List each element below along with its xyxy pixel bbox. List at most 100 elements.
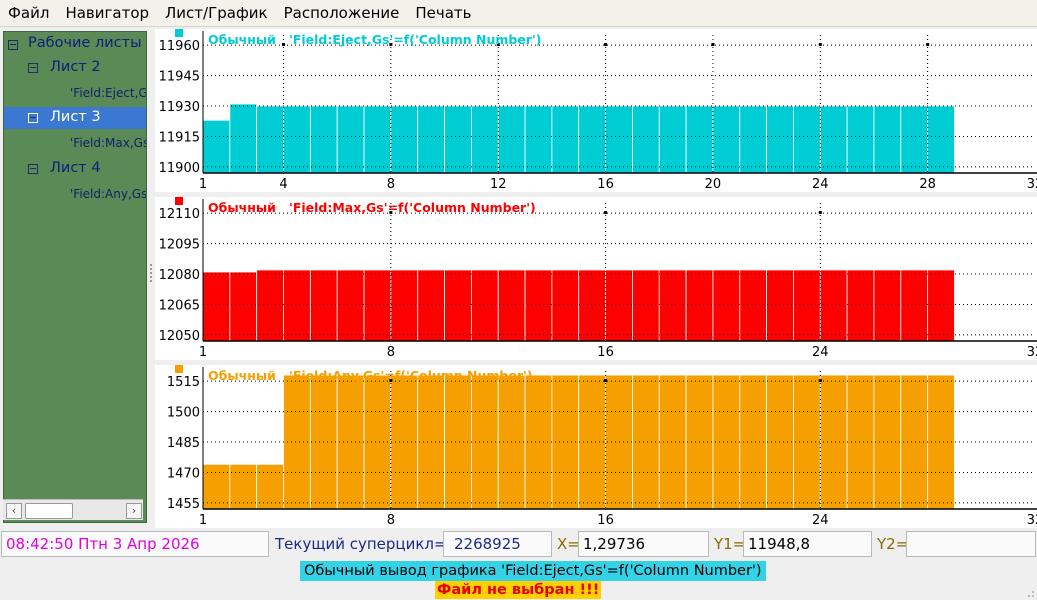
bar — [444, 269, 472, 342]
tree-item-sheet-2-graph[interactable]: 'Field:Eject,Gs'=f('Column Number') — [70, 86, 146, 100]
bar — [739, 269, 768, 342]
grid-marker — [604, 43, 608, 46]
bar — [658, 105, 687, 174]
menu-bar: Файл Навигатор Лист/График Расположение … — [0, 0, 1037, 27]
chart-title: Обычный 'Field:Max,Gs'=f('Column Number'… — [208, 200, 536, 215]
bar — [363, 105, 392, 174]
bar — [900, 269, 929, 342]
legend-color-swatch — [175, 29, 183, 37]
bar — [578, 105, 606, 174]
collapse-sheet-3-icon[interactable] — [28, 113, 38, 123]
bar — [739, 105, 768, 174]
bar — [927, 269, 955, 342]
tree-root-label[interactable]: Рабочие листы — [28, 35, 142, 51]
x-tick-label: 1 — [199, 345, 207, 360]
sidebar-horizontal-scrollbar[interactable]: ‹ › — [3, 499, 143, 520]
y-tick-label: 1485 — [167, 436, 200, 451]
bar — [256, 463, 284, 510]
menu-file[interactable]: Файл — [0, 0, 57, 26]
chart-panel-max[interactable]: 12110 12095 12080 12065 120501 8 16 24 32 Обычный… — [155, 197, 1037, 360]
x-tick-label: 16 — [597, 345, 614, 360]
bar — [202, 271, 231, 342]
x-tick-label: 12 — [490, 177, 507, 192]
splitter-handle[interactable] — [150, 262, 153, 290]
bar — [336, 374, 365, 510]
x-tick-label: 8 — [387, 177, 395, 192]
bar — [470, 269, 499, 342]
bar — [658, 269, 687, 342]
x-tick-label: 24 — [812, 345, 829, 360]
tree-item-sheet-3[interactable]: Лист 3 — [50, 109, 101, 125]
bar — [578, 269, 606, 342]
bar — [900, 105, 929, 174]
bar — [283, 269, 311, 342]
y-tick-label: 12095 — [159, 238, 200, 253]
bar — [309, 105, 338, 174]
bar — [712, 105, 741, 174]
bar — [766, 374, 794, 510]
menu-print[interactable]: Печать — [407, 0, 479, 26]
bar — [390, 269, 419, 342]
x-tick-label: 28 — [919, 177, 936, 192]
chart-max[interactable]: 12110 12095 12080 12065 120501 8 16 24 32 Обычный… — [155, 197, 1037, 360]
bar — [202, 119, 231, 174]
tree-item-sheet-2[interactable]: Лист 2 — [50, 59, 101, 75]
bar — [873, 269, 902, 342]
bar — [309, 269, 338, 342]
x-tick-label: 32 — [1027, 513, 1037, 528]
chart-eject[interactable]: 11960 11945 11930 11915 119001 4 8 12 16 20 24 28 32… — [155, 29, 1037, 192]
legend-color-swatch — [175, 197, 183, 205]
worksheets-tree[interactable]: Рабочие листы Лист 2 'Field:Eject,Gs'=f(… — [3, 31, 147, 523]
chart-title: Обычный 'Field:Any,Gs'=f('Column Number'… — [208, 368, 533, 383]
x-tick-label: 20 — [705, 177, 722, 192]
chart-any[interactable]: 1515 1500 1485 1470 14551 8 16 24 32 Обычный 'Fie… — [155, 365, 1037, 528]
bar — [363, 374, 392, 510]
x-tick-label: 8 — [387, 345, 395, 360]
menu-sheet-graph[interactable]: Лист/График — [157, 0, 276, 26]
menu-navigator[interactable]: Навигатор — [57, 0, 157, 26]
bar — [846, 269, 875, 342]
x-tick-label: 16 — [597, 513, 614, 528]
x-tick-label: 16 — [597, 177, 614, 192]
x-tick-label: 32 — [1027, 345, 1037, 360]
bar — [202, 463, 231, 510]
bar — [551, 269, 580, 342]
status-row: 08:42:50 Птн 3 Апр 2026 Текущий суперцик… — [0, 531, 1037, 559]
y-tick-label: 11945 — [159, 70, 200, 85]
y-tick-label: 12065 — [159, 298, 200, 313]
bar — [819, 105, 848, 174]
resize-grip-icon[interactable] — [1025, 588, 1035, 598]
tree-item-sheet-4-graph[interactable]: 'Field:Any,Gs'=f('Column Number') — [70, 187, 146, 201]
scroll-right-icon[interactable]: › — [126, 503, 142, 519]
bar — [793, 105, 821, 174]
y-tick-label: 12110 — [159, 207, 200, 222]
bar — [444, 105, 472, 174]
tree-item-sheet-4[interactable]: Лист 4 — [50, 160, 101, 176]
menu-layout[interactable]: Расположение — [276, 0, 408, 26]
y-tick-label: 1515 — [167, 375, 200, 390]
y2-label: Y2= — [877, 535, 909, 553]
bar — [283, 105, 311, 174]
bar — [229, 103, 258, 174]
scroll-left-icon[interactable]: ‹ — [6, 503, 22, 519]
x-label: X= — [557, 535, 580, 553]
bar — [497, 269, 526, 342]
x-tick-label: 8 — [387, 513, 395, 528]
bar — [632, 269, 660, 342]
bar — [256, 105, 284, 174]
collapse-sheet-2-icon[interactable] — [28, 63, 38, 73]
tree-item-sheet-3-graph[interactable]: 'Field:Max,Gs'=f('Column Number') — [70, 136, 146, 150]
collapse-sheet-4-icon[interactable] — [28, 164, 38, 174]
file-status-warning: Файл не выбран !!! — [435, 581, 602, 599]
chart-panel-eject[interactable]: 11960 11945 11930 11915 119001 4 8 12 16 20 24 28 32… — [155, 29, 1037, 192]
bar — [927, 105, 955, 174]
bar — [229, 271, 258, 342]
bar — [390, 374, 419, 510]
scrollbar-thumb[interactable] — [25, 503, 73, 519]
y-tick-label: 11915 — [159, 130, 200, 145]
chart-panel-any[interactable]: 1515 1500 1485 1470 14551 8 16 24 32 Обычный 'Fie… — [155, 365, 1037, 528]
status-message: Обычный вывод графика 'Field:Eject,Gs'=f… — [300, 561, 766, 581]
collapse-root-icon[interactable] — [8, 40, 18, 50]
x-tick-label: 1 — [199, 513, 207, 528]
bar — [873, 105, 902, 174]
